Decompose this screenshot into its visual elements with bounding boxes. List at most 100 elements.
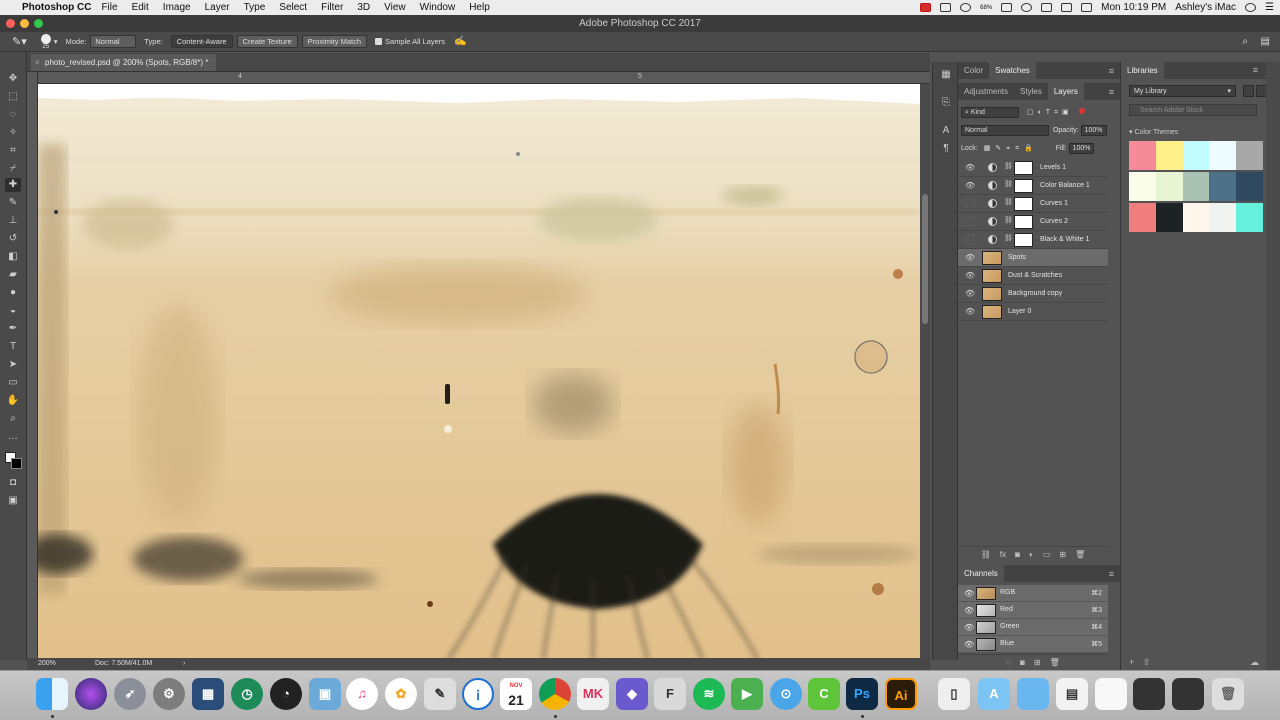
document-stack-icon[interactable] [1095, 678, 1127, 710]
layer-name[interactable]: Levels 1 [1040, 164, 1066, 171]
menu-file[interactable]: File [101, 2, 117, 13]
document-canvas[interactable] [38, 84, 920, 660]
channels-menu-icon[interactable]: ≡ [1109, 569, 1114, 579]
adjustment-layer-icon[interactable] [988, 199, 997, 208]
upload-icon[interactable]: ⇪ [1143, 657, 1151, 667]
system-preferences-icon[interactable]: ⚙ [153, 678, 185, 710]
rectangle-tool-icon[interactable]: ▭ [5, 376, 21, 390]
itunes-icon[interactable]: ♫ [346, 678, 378, 710]
launchpad-icon[interactable]: ➶ [114, 678, 146, 710]
adjustment-layer-icon[interactable] [988, 163, 997, 172]
new-group-icon[interactable]: ▭ [1043, 550, 1051, 559]
layer-name[interactable]: Background copy [1008, 290, 1062, 297]
tab-channels[interactable]: Channels [958, 565, 1004, 582]
channel-visibility-icon[interactable]: 👁 [964, 640, 974, 649]
preview-doc-icon[interactable]: ▯ [938, 678, 970, 710]
zoom-window-button[interactable] [34, 19, 43, 28]
layer-thumbnail[interactable] [982, 305, 1002, 319]
layer-row[interactable]: 👁 ⛓ Levels 1 [958, 159, 1108, 177]
layer-row[interactable]: 👁 Spots [958, 249, 1108, 267]
layers-menu-icon[interactable]: ≡ [1109, 87, 1114, 97]
new-adjustment-icon[interactable]: ◐ [1029, 550, 1034, 559]
new-channel-icon[interactable]: ⊞ [1034, 658, 1041, 667]
menu-layer[interactable]: Layer [205, 2, 230, 13]
delete-channel-icon[interactable]: 🗑 [1050, 658, 1060, 667]
layer-name[interactable]: Layer 0 [1008, 308, 1031, 315]
applications-folder-icon[interactable]: A [978, 678, 1010, 710]
minimize-window-button[interactable] [20, 19, 29, 28]
mask-link-icon[interactable]: ⛓ [1004, 234, 1013, 245]
tab-color[interactable]: Color [958, 62, 989, 79]
history-panel-icon[interactable]: ▦ [939, 68, 953, 82]
mask-link-icon[interactable]: ⛓ [1004, 198, 1013, 209]
layer-name[interactable]: Spots [1008, 254, 1026, 261]
zoom-tool-icon[interactable]: ⌕ [5, 412, 21, 426]
spotlight-icon[interactable] [1245, 3, 1257, 12]
lasso-tool-icon[interactable]: ◌ [5, 108, 21, 122]
memory-status[interactable]: 68% [980, 5, 992, 11]
menu-window[interactable]: Window [420, 2, 456, 13]
brush-tool-icon[interactable]: ✎ [5, 196, 21, 210]
close-tab-icon[interactable]: × [35, 54, 40, 71]
visibility-eye-icon[interactable] [965, 217, 974, 226]
layer-mask-thumbnail[interactable] [1014, 161, 1033, 175]
calendar-icon[interactable]: NOV 21 [500, 678, 532, 710]
visibility-eye-icon[interactable]: 👁 [965, 307, 975, 316]
trash-icon[interactable]: 🗑 [1212, 678, 1244, 710]
visibility-eye-icon[interactable]: 👁 [965, 163, 975, 172]
theme-swatch[interactable] [1155, 172, 1183, 201]
theme-swatch[interactable] [1209, 203, 1237, 232]
scrollbar-thumb[interactable] [922, 194, 928, 324]
screenshot-thumb-2-icon[interactable] [1172, 678, 1204, 710]
hand-tool-icon[interactable]: ✋ [5, 394, 21, 408]
documents-folder-icon[interactable] [1017, 678, 1049, 710]
volume-icon[interactable] [1081, 3, 1093, 12]
menu-image[interactable]: Image [163, 2, 191, 13]
color-theme[interactable] [1129, 172, 1263, 201]
vertical-ruler[interactable] [27, 72, 38, 658]
channel-visibility-icon[interactable]: 👁 [964, 606, 974, 615]
tab-layers[interactable]: Layers [1047, 83, 1084, 100]
theme-swatch[interactable] [1129, 203, 1156, 232]
type-tool-icon[interactable]: T [5, 340, 21, 354]
layer-name[interactable]: Black & White 1 [1040, 236, 1089, 243]
layer-mask-thumbnail[interactable] [1014, 215, 1033, 229]
menu-help[interactable]: Help [469, 2, 490, 13]
color-theme[interactable] [1129, 141, 1263, 170]
layer-thumbnail[interactable] [982, 269, 1002, 283]
pressure-size-icon[interactable]: ✍ [454, 36, 466, 47]
workspace-icon[interactable]: ▤ [1261, 36, 1270, 47]
safari-icon[interactable]: ⊙ [770, 678, 802, 710]
tab-styles[interactable]: Styles [1014, 83, 1048, 100]
visibility-eye-icon[interactable]: 👁 [965, 271, 975, 280]
info-app-icon[interactable]: ⅰ [462, 678, 494, 710]
theme-swatch[interactable] [1182, 172, 1210, 201]
layer-mask-thumbnail[interactable] [1014, 233, 1033, 247]
content-aware-button[interactable]: Content-Aware [170, 35, 233, 48]
new-layer-icon[interactable]: ⊞ [1059, 550, 1066, 559]
layer-name[interactable]: Curves 1 [1040, 200, 1068, 207]
adjustment-layer-icon[interactable] [988, 181, 997, 190]
quick-select-tool-icon[interactable]: ✧ [5, 126, 21, 140]
menu-edit[interactable]: Edit [132, 2, 149, 13]
brush-dropdown-icon[interactable]: ▾ [54, 37, 58, 46]
sample-all-layers-checkbox[interactable] [375, 38, 383, 45]
filter-toggle-icon[interactable] [1078, 108, 1085, 114]
dodge-tool-icon[interactable]: ◒ [5, 304, 21, 318]
move-tool-icon[interactable]: ✥ [5, 72, 21, 86]
dashboard-icon[interactable]: ▦ [192, 678, 224, 710]
adobe-stock-search[interactable]: Search Adobe Stock [1129, 104, 1257, 116]
theme-swatch[interactable] [1182, 141, 1210, 170]
brush-size-picker[interactable]: 25 [40, 33, 51, 50]
mode-select[interactable]: Normal [90, 35, 137, 48]
delete-layer-icon[interactable]: 🗑 [1075, 550, 1085, 559]
facetime-icon[interactable]: ▶ [731, 678, 763, 710]
tab-adjustments[interactable]: Adjustments [958, 83, 1014, 100]
channel-row[interactable]: 👁 Blue ⌘5 [958, 636, 1108, 653]
airplay-icon[interactable] [1061, 3, 1073, 12]
character-panel-icon[interactable]: A [939, 124, 953, 138]
layer-row[interactable]: ⛓ Black & White 1 [958, 231, 1108, 249]
zoom-level[interactable]: 200% [38, 658, 56, 670]
coda-icon[interactable]: C [808, 678, 840, 710]
cube-app-icon[interactable]: ◆ [616, 678, 648, 710]
